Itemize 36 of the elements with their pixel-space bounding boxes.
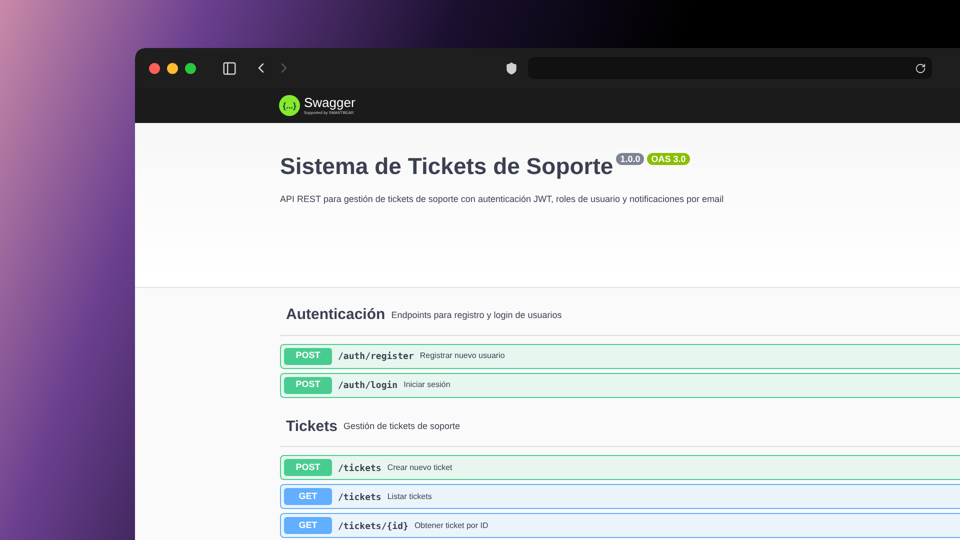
method-badge: GET (284, 488, 332, 505)
section-description: Endpoints para registro y login de usuarios (391, 308, 562, 322)
sidebar-icon[interactable] (222, 60, 237, 76)
section-description: Gestión de tickets de soporte (343, 420, 460, 433)
operation-path: /tickets/{id} (338, 520, 408, 532)
operation-path: /tickets (338, 492, 382, 504)
version-badge: 1.0.0 (616, 153, 644, 165)
reload-icon[interactable] (915, 62, 926, 74)
api-title: Sistema de Tickets de Soporte (280, 152, 614, 181)
logo-text: Swagger (304, 96, 356, 109)
operation-summary: Iniciar sesión (404, 379, 450, 391)
shield-icon[interactable] (505, 62, 518, 74)
zoom-window-button[interactable] (185, 62, 196, 74)
operation-row[interactable]: GET /tickets/{id} Obtener ticket por ID (280, 513, 960, 538)
operation-summary: Registrar nuevo usuario (420, 350, 505, 362)
operation-path: /tickets (338, 462, 382, 474)
operation-summary: Listar tickets (387, 490, 432, 502)
operation-path: /auth/register (338, 350, 414, 363)
operation-row[interactable]: POST /auth/register Registrar nuevo usuario (280, 344, 960, 368)
operation-row[interactable]: POST /tickets Crear nuevo ticket (280, 455, 960, 480)
section-title[interactable]: Tickets (286, 416, 338, 438)
swagger-logo-icon: {...} (279, 95, 300, 116)
oas-badge: OAS 3.0 (647, 153, 690, 165)
api-description: API REST para gestión de tickets de soporte con autenticación JWT, roles de usuario y notificaciones por email (280, 193, 725, 206)
operation-row[interactable]: GET /tickets Listar tickets (280, 484, 960, 509)
section-title[interactable]: Autenticación (286, 304, 386, 326)
method-badge: POST (284, 459, 332, 476)
method-badge: POST (284, 348, 332, 364)
operation-summary: Crear nuevo ticket (387, 462, 452, 474)
operation-path: /auth/login (338, 380, 398, 392)
method-badge: POST (284, 376, 332, 394)
operation-summary: Obtener ticket por ID (414, 520, 488, 532)
close-window-button[interactable] (149, 62, 160, 74)
operation-row[interactable]: POST /auth/login Iniciar sesión (280, 372, 960, 398)
method-badge: GET (284, 517, 332, 534)
minimize-window-button[interactable] (167, 62, 178, 74)
